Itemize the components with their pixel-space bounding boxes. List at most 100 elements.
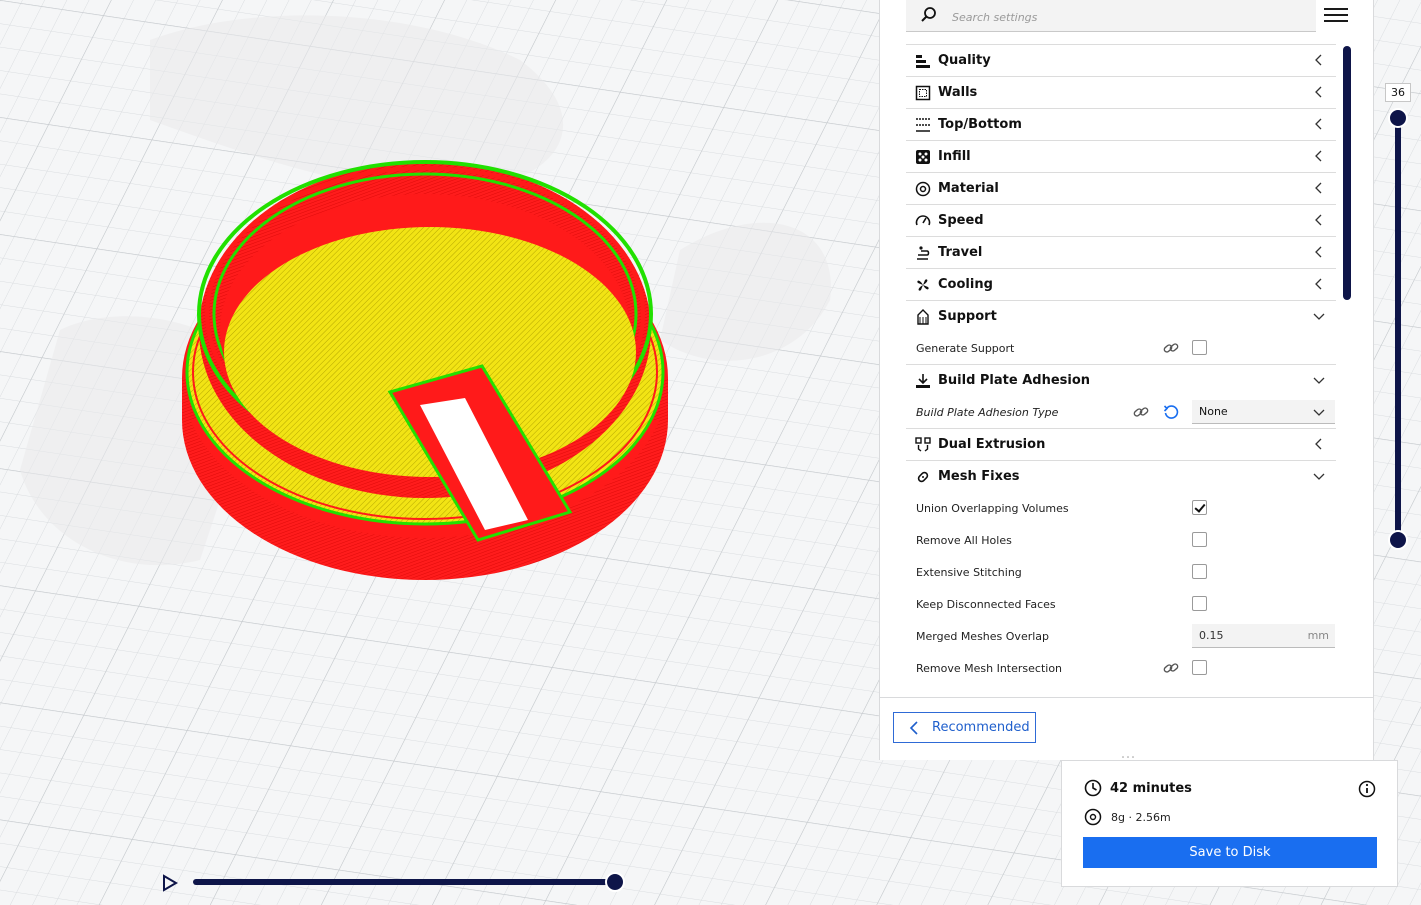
chevron-left-icon <box>1315 150 1322 162</box>
chevron-left-icon <box>1315 118 1322 130</box>
adhesion-icon <box>914 372 932 390</box>
setting-remove-holes: Remove All Holes <box>906 524 1336 556</box>
category-label: Speed <box>938 213 984 228</box>
chevron-down-icon <box>1313 313 1325 320</box>
union-overlapping-checkbox[interactable] <box>1192 500 1207 515</box>
search-bar <box>906 0 1316 32</box>
support-icon <box>914 308 932 326</box>
category-build-plate-adhesion[interactable]: Build Plate Adhesion <box>906 364 1336 396</box>
resize-grip-icon[interactable] <box>1122 756 1134 758</box>
merged-overlap-value: 0.15 <box>1199 629 1224 642</box>
panel-footer: Recommended <box>880 697 1373 760</box>
clock-icon <box>1084 779 1102 797</box>
category-quality[interactable]: Quality <box>906 44 1336 76</box>
category-travel[interactable]: Travel <box>906 236 1336 268</box>
simulation-slider-handle[interactable] <box>605 872 625 892</box>
save-label: Save to Disk <box>1189 845 1271 860</box>
category-walls[interactable]: Walls <box>906 76 1336 108</box>
category-mesh-fixes[interactable]: Mesh Fixes <box>906 460 1336 492</box>
category-speed[interactable]: Speed <box>906 204 1336 236</box>
layer-slider-track[interactable] <box>1395 118 1401 540</box>
settings-scrollbar[interactable] <box>1343 46 1351 300</box>
travel-icon <box>914 244 932 262</box>
play-icon[interactable] <box>160 873 180 893</box>
category-label: Top/Bottom <box>938 117 1022 132</box>
setting-label: Remove All Holes <box>916 533 1012 547</box>
setting-label: Union Overlapping Volumes <box>916 501 1069 515</box>
setting-label: Generate Support <box>916 341 1015 355</box>
material-usage-row: 8g · 2.56m <box>1084 808 1171 826</box>
reset-icon[interactable] <box>1163 404 1179 420</box>
chevron-left-icon <box>1315 278 1322 290</box>
link-icon[interactable] <box>1133 404 1149 420</box>
search-input[interactable] <box>950 6 1304 28</box>
bandage-icon <box>914 468 932 486</box>
category-label: Walls <box>938 85 978 100</box>
chevron-left-icon <box>1315 214 1322 226</box>
chevron-down-icon <box>1313 409 1325 416</box>
adhesion-type-dropdown[interactable]: None <box>1192 400 1335 424</box>
info-icon[interactable] <box>1358 780 1376 798</box>
remove-holes-checkbox[interactable] <box>1192 532 1207 547</box>
print-time: 42 minutes <box>1110 780 1192 796</box>
setting-keep-disconnected: Keep Disconnected Faces <box>906 588 1336 620</box>
extensive-stitching-checkbox[interactable] <box>1192 564 1207 579</box>
fan-icon <box>914 276 932 294</box>
chevron-left-icon <box>909 720 918 735</box>
category-infill[interactable]: Infill <box>906 140 1336 172</box>
keep-disconnected-checkbox[interactable] <box>1192 596 1207 611</box>
chevron-left-icon <box>1315 246 1322 258</box>
quality-icon <box>914 52 932 70</box>
simulation-slider-track[interactable] <box>193 879 615 885</box>
chevron-down-icon <box>1313 377 1325 384</box>
category-label: Build Plate Adhesion <box>938 373 1091 388</box>
setting-label: Merged Meshes Overlap <box>916 629 1050 643</box>
setting-label: Extensive Stitching <box>916 565 1022 579</box>
settings-list[interactable]: Quality Walls Top/Bottom Infill Material… <box>906 44 1336 696</box>
category-label: Support <box>938 309 997 324</box>
setting-remove-intersection: Remove Mesh Intersection <box>906 652 1336 684</box>
adhesion-type-value: None <box>1199 405 1228 418</box>
category-label: Quality <box>938 53 991 68</box>
infill-icon <box>914 148 932 166</box>
category-material[interactable]: Material <box>906 172 1336 204</box>
setting-adhesion-type: Build Plate Adhesion Type None <box>906 396 1336 428</box>
walls-icon <box>914 84 932 102</box>
category-top-bottom[interactable]: Top/Bottom <box>906 108 1336 140</box>
material-spool-icon <box>914 180 932 198</box>
merged-overlap-input[interactable]: 0.15 mm <box>1192 624 1335 648</box>
settings-menu-button[interactable] <box>1324 4 1348 26</box>
recommended-label: Recommended <box>932 720 1030 735</box>
setting-label: Remove Mesh Intersection <box>916 661 1063 675</box>
remove-intersection-checkbox[interactable] <box>1192 660 1207 675</box>
material-usage: 8g · 2.56m <box>1111 810 1171 824</box>
save-to-disk-button[interactable]: Save to Disk <box>1083 837 1377 868</box>
setting-merged-overlap: Merged Meshes Overlap 0.15 mm <box>906 620 1336 652</box>
custom-settings-panel: Quality Walls Top/Bottom Infill Material… <box>879 0 1374 760</box>
setting-union-overlapping: Union Overlapping Volumes <box>906 492 1336 524</box>
merged-overlap-unit: mm <box>1307 629 1329 642</box>
category-label: Cooling <box>938 277 993 292</box>
chevron-left-icon <box>1315 54 1322 66</box>
category-dual-extrusion[interactable]: Dual Extrusion <box>906 428 1336 460</box>
setting-label: Keep Disconnected Faces <box>916 597 1056 611</box>
recommended-button[interactable]: Recommended <box>893 712 1036 743</box>
sliced-model[interactable] <box>182 160 668 580</box>
print-estimate-card: 42 minutes 8g · 2.56m Save to Disk <box>1061 760 1398 887</box>
category-support[interactable]: Support <box>906 300 1336 332</box>
chevron-left-icon <box>1315 182 1322 194</box>
setting-generate-support: Generate Support <box>906 332 1336 364</box>
category-cooling[interactable]: Cooling <box>906 268 1336 300</box>
link-icon[interactable] <box>1163 340 1179 356</box>
link-icon[interactable] <box>1163 660 1179 676</box>
category-label: Travel <box>938 245 983 260</box>
layer-top-handle[interactable] <box>1388 108 1408 128</box>
layer-bottom-handle[interactable] <box>1388 530 1408 550</box>
generate-support-checkbox[interactable] <box>1192 340 1207 355</box>
setting-label: Build Plate Adhesion Type <box>916 405 1059 419</box>
chevron-down-icon <box>1313 473 1325 480</box>
category-label: Material <box>938 181 999 196</box>
top-bottom-icon <box>914 116 932 134</box>
print-time-row: 42 minutes <box>1084 779 1192 797</box>
layer-number-badge[interactable]: 36 <box>1385 83 1411 102</box>
